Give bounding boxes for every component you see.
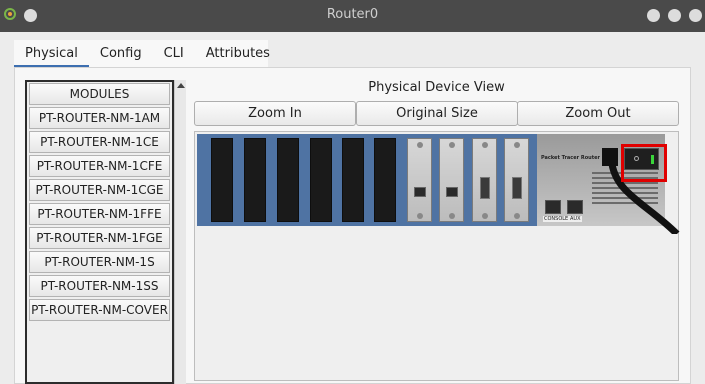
maximize-button[interactable] [668, 9, 681, 22]
module-item[interactable]: PT-ROUTER-NM-COVER [29, 299, 170, 321]
tab-attributes[interactable]: Attributes [195, 40, 281, 67]
empty-slot[interactable] [244, 138, 266, 222]
modules-list[interactable]: MODULES PT-ROUTER-NM-1AM PT-ROUTER-NM-1C… [25, 80, 174, 384]
power-switch-highlight [621, 144, 667, 182]
network-module-serial[interactable] [472, 138, 497, 222]
window-title: Router0 [326, 7, 379, 22]
module-item[interactable]: PT-ROUTER-NM-1S [29, 251, 170, 273]
network-module-serial[interactable] [504, 138, 529, 222]
aux-label: AUX [569, 216, 582, 222]
empty-slot[interactable] [277, 138, 299, 222]
modules-scrollbar[interactable] [174, 80, 186, 384]
network-module-ethernet[interactable] [407, 138, 432, 222]
empty-slot[interactable] [374, 138, 396, 222]
empty-slot[interactable] [342, 138, 364, 222]
physical-device-view-title: Physical Device View [368, 80, 505, 95]
aux-port[interactable] [567, 200, 583, 214]
network-module-ethernet[interactable] [439, 138, 464, 222]
zoom-in-button[interactable]: Zoom In [194, 101, 356, 126]
router-chassis: Packet Tracer Router CONSOLE AUX [197, 134, 680, 234]
scroll-up-arrow-icon[interactable] [177, 83, 185, 88]
module-item[interactable]: PT-ROUTER-NM-1CE [29, 131, 170, 153]
module-item[interactable]: PT-ROUTER-NM-1AM [29, 107, 170, 129]
tab-cli[interactable]: CLI [153, 40, 195, 67]
original-size-button[interactable]: Original Size [356, 101, 518, 126]
ethernet-port[interactable] [414, 187, 426, 197]
empty-slot[interactable] [211, 138, 233, 222]
module-item[interactable]: PT-ROUTER-NM-1FGE [29, 227, 170, 249]
module-item[interactable]: PT-ROUTER-NM-1FFE [29, 203, 170, 225]
device-view-canvas: Packet Tracer Router CONSOLE AUX [194, 131, 680, 381]
console-port[interactable] [545, 200, 561, 214]
empty-slot[interactable] [310, 138, 332, 222]
tab-bar: Physical Config CLI Attributes [14, 40, 281, 67]
ethernet-port[interactable] [446, 187, 458, 197]
serial-port[interactable] [480, 177, 490, 199]
minimize-button[interactable] [647, 9, 660, 22]
tab-config[interactable]: Config [89, 40, 153, 67]
serial-port[interactable] [512, 177, 522, 199]
module-item[interactable]: PT-ROUTER-NM-1CFE [29, 155, 170, 177]
close-button[interactable] [689, 9, 702, 22]
zoom-out-button[interactable]: Zoom Out [517, 101, 679, 126]
modules-header: MODULES [29, 83, 170, 105]
title-bar: Router0 [0, 0, 705, 32]
console-label: CONSOLE [543, 216, 570, 222]
module-item[interactable]: PT-ROUTER-NM-1SS [29, 275, 170, 297]
module-item[interactable]: PT-ROUTER-NM-1CGE [29, 179, 170, 201]
router-brand-label: Packet Tracer Router [541, 155, 600, 161]
tab-physical[interactable]: Physical [14, 40, 89, 67]
